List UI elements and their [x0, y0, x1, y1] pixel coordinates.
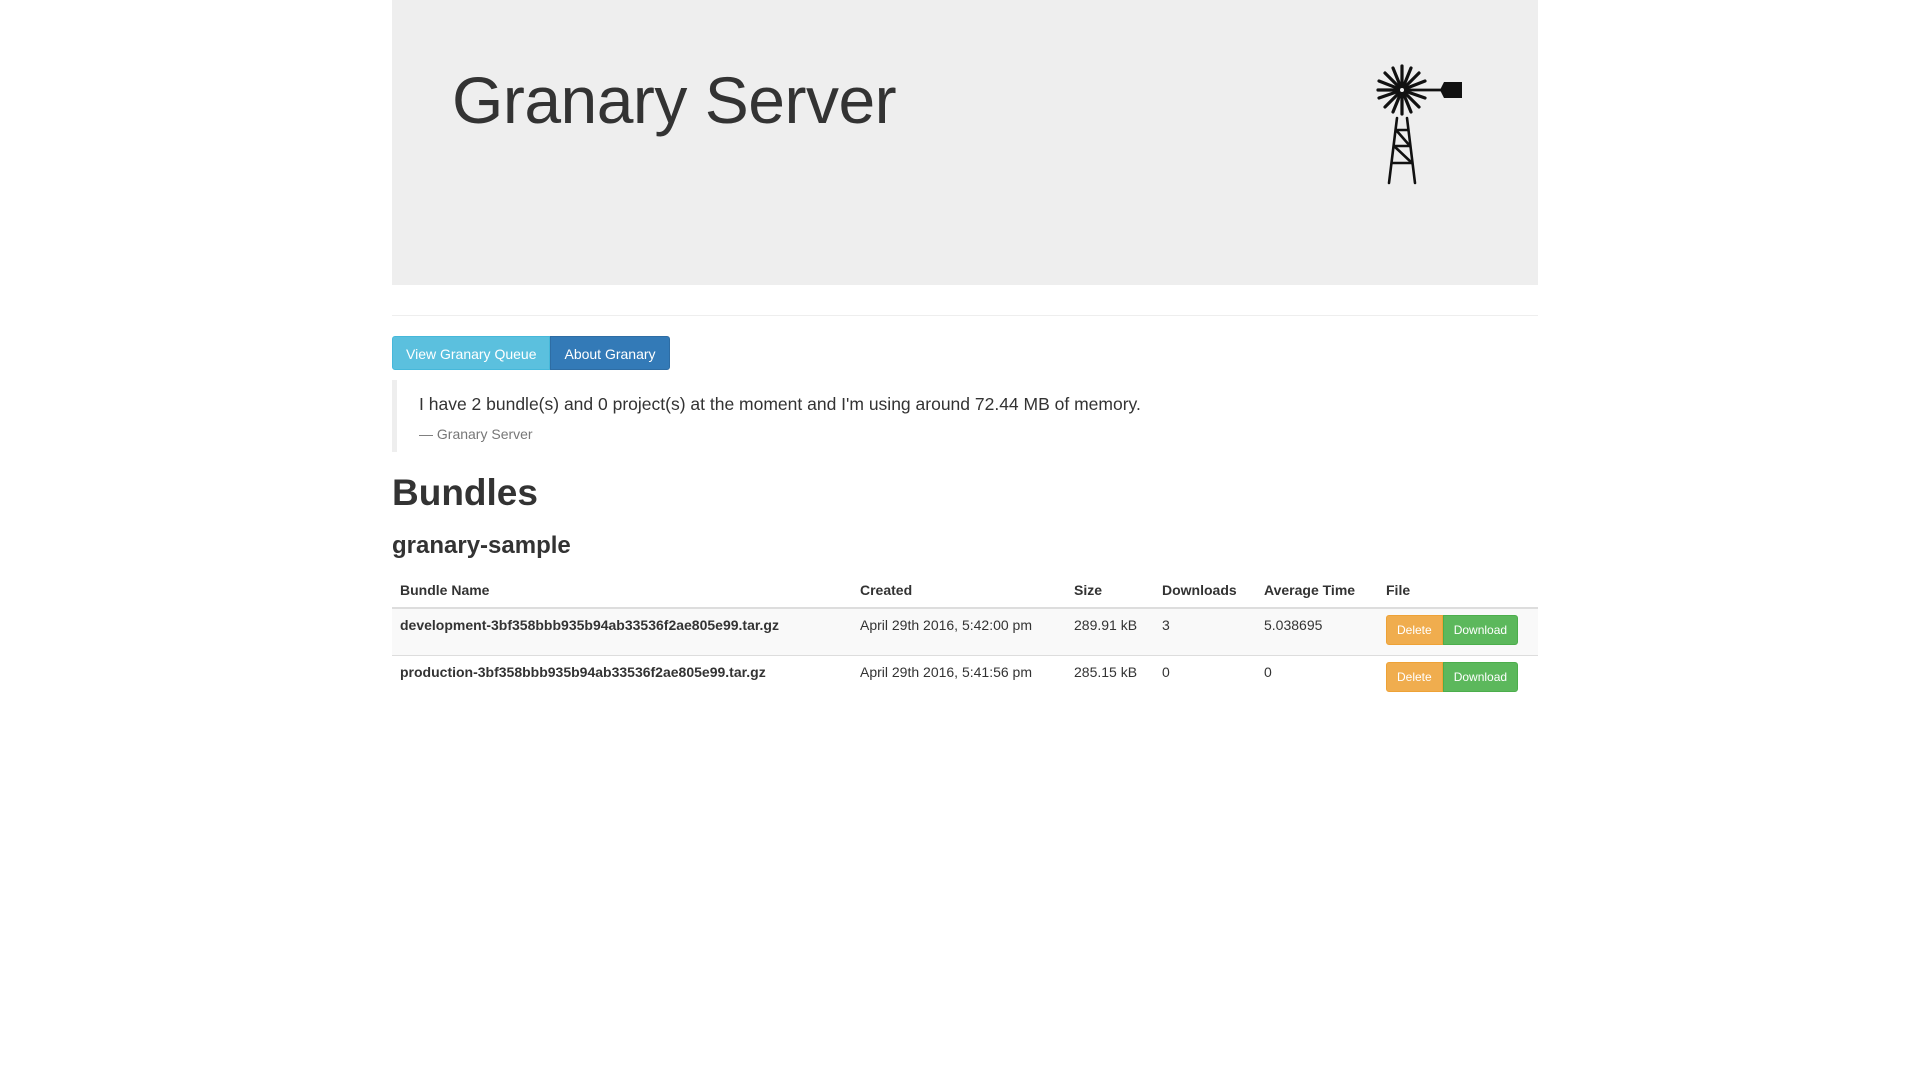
column-header-file: File	[1378, 573, 1538, 609]
table-row: production-3bf358bbb935b94ab33536f2ae805…	[392, 654, 1538, 702]
column-header-bundle-name: Bundle Name	[392, 573, 852, 609]
bundle-name: production-3bf358bbb935b94ab33536f2ae805…	[392, 654, 852, 702]
download-button[interactable]: Download	[1442, 661, 1519, 692]
bundles-heading: Bundles	[392, 471, 538, 513]
column-header-average-time: Average Time	[1256, 573, 1378, 609]
status-quote: I have 2 bundle(s) and 0 project(s) at t…	[392, 380, 1538, 452]
bundle-file-actions: Delete Download	[1378, 654, 1538, 702]
action-button-group: Delete Download	[1386, 661, 1530, 692]
about-button[interactable]: About Granary	[550, 336, 670, 370]
bundle-created: April 29th 2016, 5:41:56 pm	[852, 654, 1066, 702]
column-header-downloads: Downloads	[1154, 573, 1256, 609]
bundle-downloads: 0	[1154, 654, 1256, 702]
download-button[interactable]: Download	[1442, 614, 1519, 645]
page-container: Granary Server View Granary Queue About …	[392, 0, 1538, 702]
nav-button-group: View Granary Queue About Granary	[392, 336, 1538, 370]
bundle-file-actions: Delete Download	[1378, 607, 1538, 655]
status-source: Granary Server	[419, 426, 1518, 442]
table-row: development-3bf358bbb935b94ab33536f2ae80…	[392, 607, 1538, 655]
status-message: I have 2 bundle(s) and 0 project(s) at t…	[419, 394, 1141, 414]
bundle-size: 289.91 kB	[1066, 607, 1154, 655]
bundle-name: development-3bf358bbb935b94ab33536f2ae80…	[392, 607, 852, 655]
divider	[392, 315, 1538, 316]
column-header-size: Size	[1066, 573, 1154, 609]
project-name: granary-sample	[392, 531, 571, 559]
bundle-downloads: 3	[1154, 607, 1256, 655]
bundle-average-time: 0	[1256, 654, 1378, 702]
bundle-created: April 29th 2016, 5:42:00 pm	[852, 607, 1066, 655]
header-jumbotron: Granary Server	[392, 0, 1538, 285]
table-header-row: Bundle Name Created Size Downloads Avera…	[392, 573, 1538, 609]
windmill-icon	[1376, 64, 1462, 185]
page-title: Granary Server	[452, 63, 897, 137]
action-button-group: Delete Download	[1386, 614, 1530, 645]
bundle-average-time: 5.038695	[1256, 607, 1378, 655]
delete-button[interactable]: Delete	[1386, 661, 1443, 692]
column-header-created: Created	[852, 573, 1066, 609]
delete-button[interactable]: Delete	[1386, 614, 1443, 645]
view-queue-button[interactable]: View Granary Queue	[392, 336, 551, 370]
bundles-table: Bundle Name Created Size Downloads Avera…	[392, 573, 1538, 702]
bundle-size: 285.15 kB	[1066, 654, 1154, 702]
